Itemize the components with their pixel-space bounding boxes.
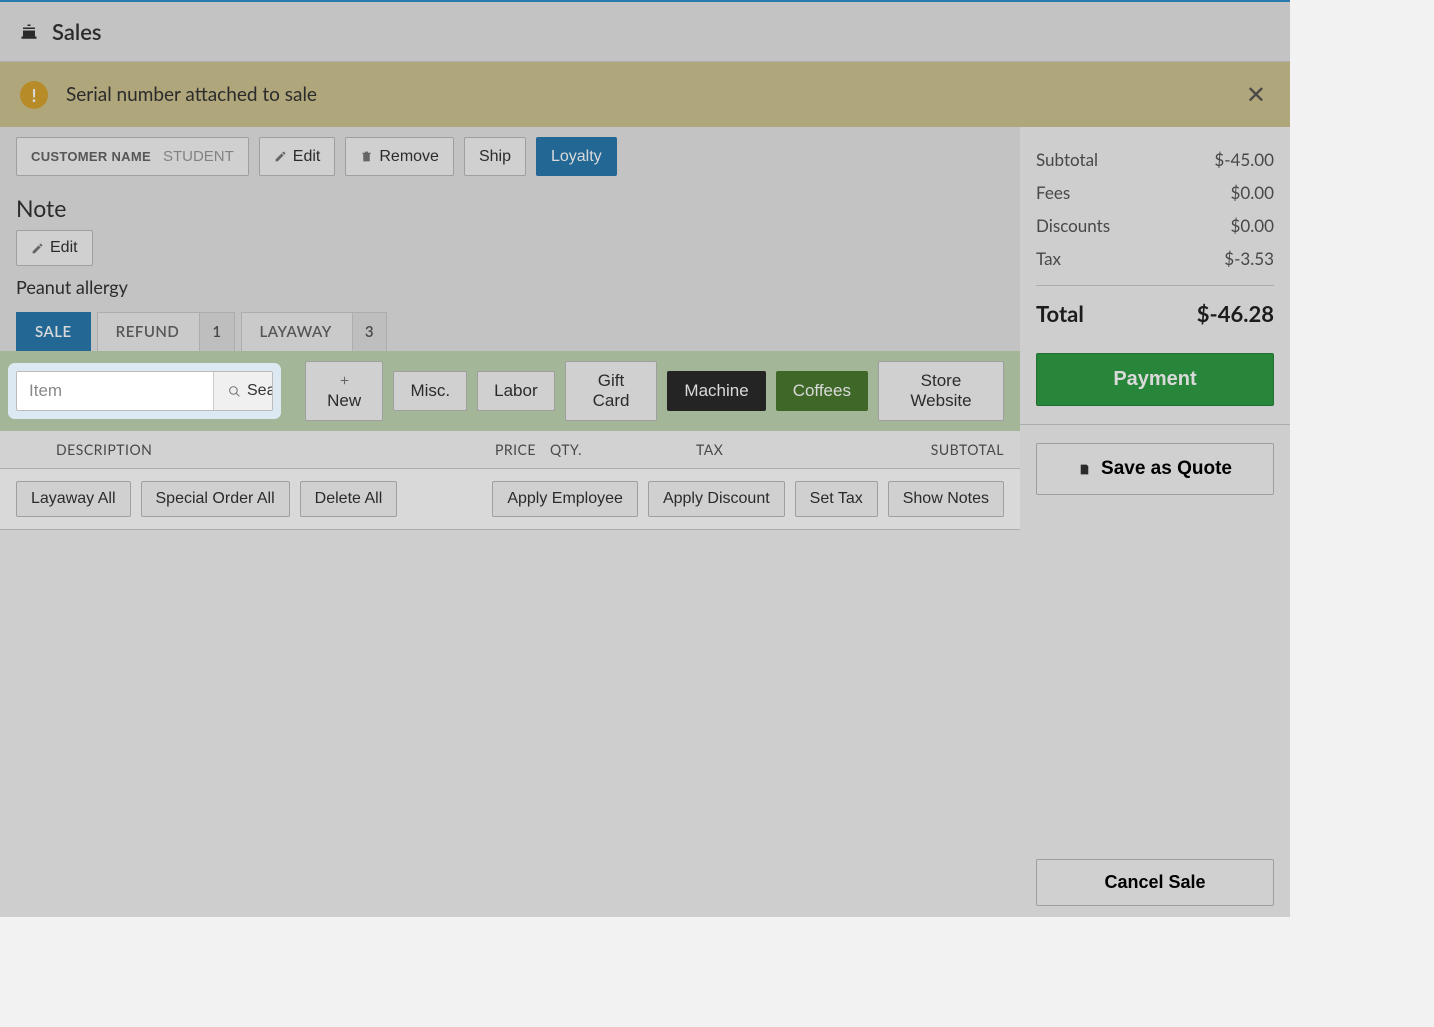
alert-message: Serial number attached to sale [66,83,1242,106]
divider [1020,424,1290,425]
subtotal-line: Subtotal $-45.00 [1036,143,1274,176]
alert-bar: ! Serial number attached to sale ✕ [0,62,1290,127]
cancel-sale-button[interactable]: Cancel Sale [1036,859,1274,906]
totals-sidebar: Subtotal $-45.00 Fees $0.00 Discounts $0… [1020,127,1290,920]
show-notes-button[interactable]: Show Notes [888,481,1004,517]
set-tax-button[interactable]: Set Tax [795,481,878,517]
trash-icon [360,150,373,163]
store-website-button[interactable]: Store Website [878,361,1004,421]
edit-label: Edit [293,148,321,166]
customer-name-button[interactable]: CUSTOMER NAME STUDENT [16,137,249,176]
page-header: Sales [0,2,1290,62]
customer-label: CUSTOMER NAME [31,149,151,164]
line-items-header: DESCRIPTION PRICE QTY. TAX SUBTOTAL [0,431,1020,469]
apply-discount-button[interactable]: Apply Discount [648,481,785,517]
col-price: PRICE [436,441,536,458]
item-search-button[interactable]: Search [213,372,273,410]
plus-icon [338,374,351,387]
edit-note-label: Edit [50,239,78,257]
col-qty: QTY. [536,441,606,458]
remove-customer-button[interactable]: Remove [345,137,454,176]
ship-button[interactable]: Ship [464,137,526,176]
tab-layaway[interactable]: LAYAWAY 3 [241,312,387,351]
apply-employee-button[interactable]: Apply Employee [492,481,638,517]
pencil-icon [274,150,287,163]
pencil-icon [31,242,44,255]
remove-label: Remove [379,148,439,166]
payment-button[interactable]: Payment [1036,353,1274,406]
total-value: $-46.28 [1197,300,1274,327]
new-item-button[interactable]: New [305,361,384,421]
note-heading: Note [16,194,1004,222]
misc-button[interactable]: Misc. [393,371,467,411]
sale-tabs: SALE REFUND 1 LAYAWAY 3 [0,312,1020,351]
grand-total-line: Total $-46.28 [1036,285,1274,333]
col-tax: TAX [606,441,756,458]
item-search-group: Search [16,371,273,411]
edit-customer-button[interactable]: Edit [259,137,336,176]
tax-line: Tax $-3.53 [1036,242,1274,275]
tax-value: $-3.53 [1224,248,1274,269]
refund-count: 1 [199,313,233,351]
item-search-row: Search New Misc. Labor Gift Card Machine… [0,351,1020,431]
quote-icon [1078,463,1091,476]
alert-close-button[interactable]: ✕ [1242,76,1270,113]
loyalty-button[interactable]: Loyalty [536,137,617,176]
discounts-line: Discounts $0.00 [1036,209,1274,242]
giftcard-button[interactable]: Gift Card [565,361,658,421]
layaway-count: 3 [352,313,386,351]
note-text: Peanut allergy [16,276,1004,298]
col-subtotal: SUBTOTAL [756,441,1004,458]
tab-refund[interactable]: REFUND 1 [97,312,235,351]
register-icon [20,23,38,41]
machine-button[interactable]: Machine [667,371,765,411]
search-icon [228,385,241,398]
subtotal-value: $-45.00 [1214,149,1274,170]
edit-note-button[interactable]: Edit [16,230,93,266]
delete-all-button[interactable]: Delete All [300,481,398,517]
save-as-quote-button[interactable]: Save as Quote [1036,443,1274,495]
coffees-button[interactable]: Coffees [776,371,868,411]
page-title: Sales [52,18,102,45]
customer-toolbar: CUSTOMER NAME STUDENT Edit Remove Ship L… [0,127,1020,186]
fees-value: $0.00 [1231,182,1274,203]
col-description: DESCRIPTION [16,441,436,458]
item-search-input[interactable] [17,372,213,410]
note-section: Note Edit Peanut allergy [0,186,1020,312]
special-order-all-button[interactable]: Special Order All [141,481,290,517]
fees-line: Fees $0.00 [1036,176,1274,209]
bulk-actions-row: Layaway All Special Order All Delete All… [0,469,1020,530]
warning-icon: ! [20,81,48,109]
discounts-value: $0.00 [1231,215,1274,236]
tab-sale[interactable]: SALE [16,312,91,351]
customer-value: STUDENT [163,148,234,165]
labor-button[interactable]: Labor [477,371,554,411]
layaway-all-button[interactable]: Layaway All [16,481,131,517]
